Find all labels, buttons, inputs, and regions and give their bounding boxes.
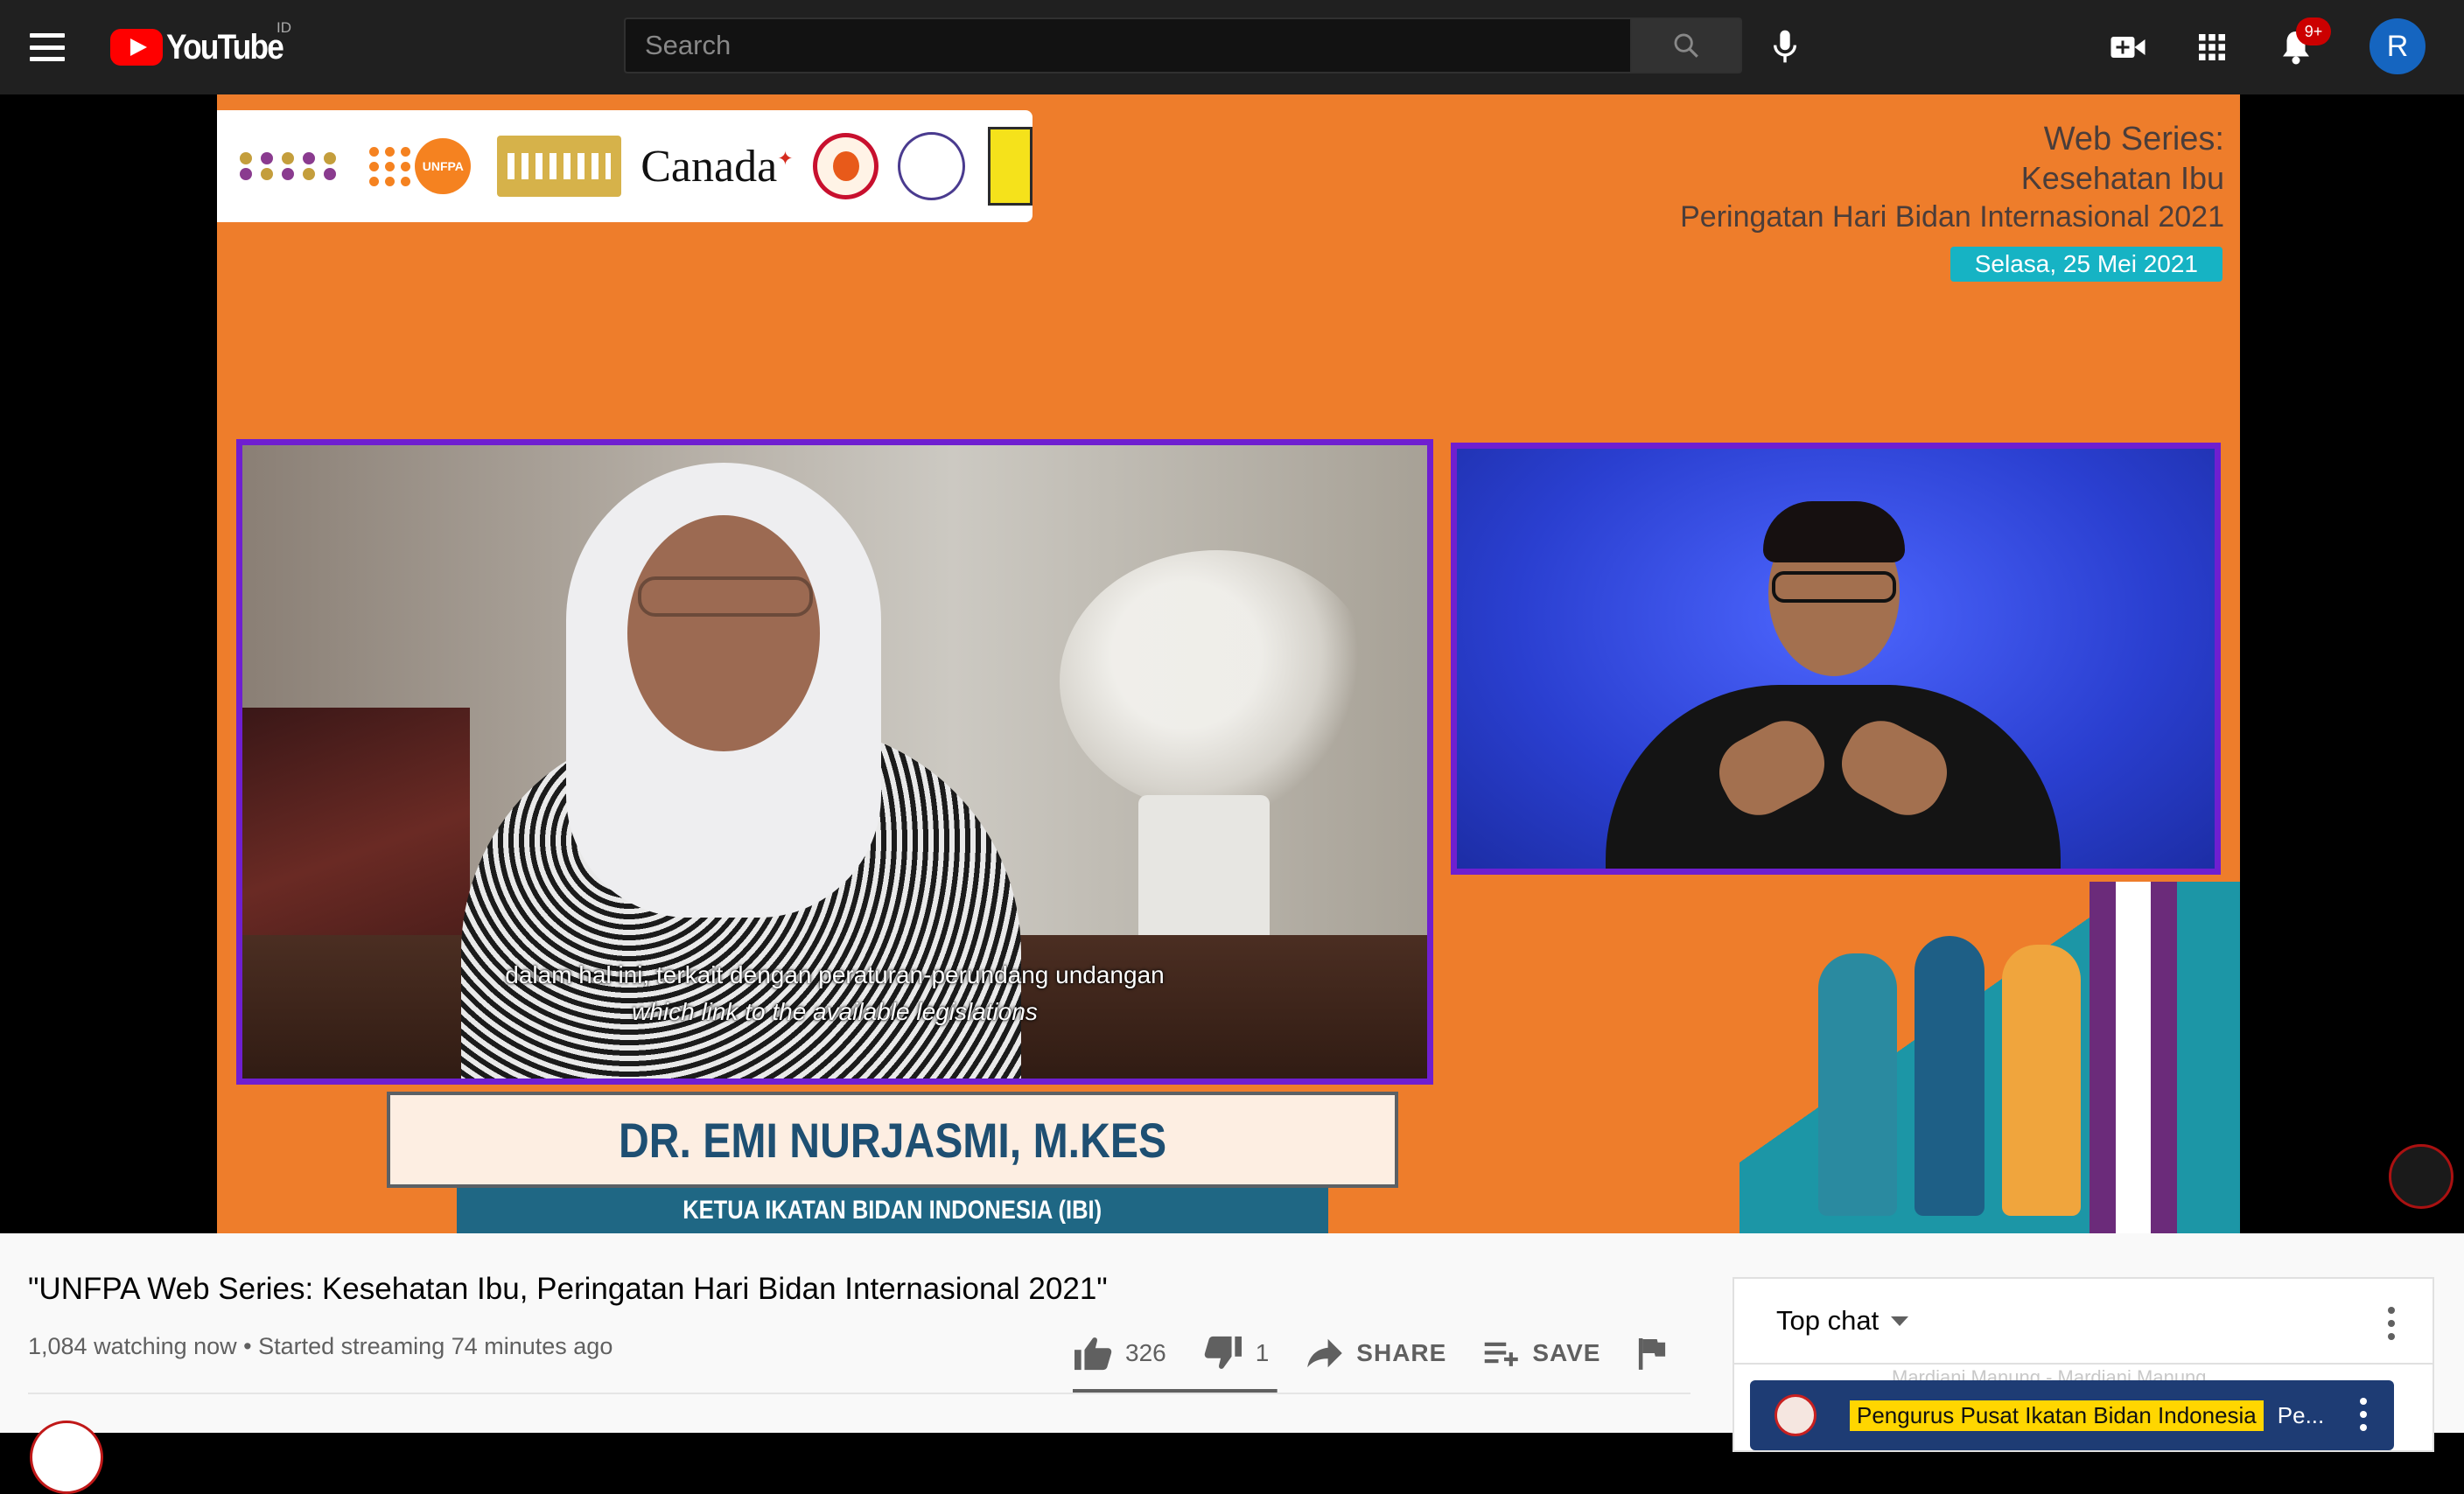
unfpa-wordmark: UNFPA	[415, 138, 472, 194]
web-series-line3: Peringatan Hari Bidan Internasional 2021	[1680, 200, 2224, 234]
masthead: YouTube ID Search 9+ R	[0, 0, 2464, 94]
apps-icon	[2199, 34, 2225, 60]
account-avatar[interactable]: R	[2370, 18, 2426, 74]
video-title: "UNFPA Web Series: Kesehatan Ibu, Pering…	[28, 1272, 1108, 1306]
flag-icon	[1637, 1337, 1667, 1370]
video-info-section: "UNFPA Web Series: Kesehatan Ibu, Pering…	[0, 1233, 2464, 1494]
share-label: SHARE	[1356, 1339, 1447, 1366]
sign-language-interpreter-frame	[1451, 443, 2221, 875]
search-placeholder: Search	[645, 30, 732, 60]
subtitle-english: which link to the available legislations	[632, 998, 1038, 1025]
speaker-video-frame: dalam hal ini, terkait dengan peraturan-…	[236, 439, 1433, 1085]
interpreter-hands	[1702, 711, 1964, 825]
sponsor-logo-bar: UNFPA Canada✦	[217, 110, 1032, 222]
video-player[interactable]: UNFPA Canada✦ Web Series: Kesehatan Ibu …	[0, 94, 2464, 1233]
speaker-role: KETUA IKATAN BIDAN INDONESIA (IBI)	[682, 1196, 1102, 1225]
like-button[interactable]: 326	[1073, 1335, 1166, 1372]
ibi-seal-logo	[812, 133, 878, 199]
university-badge-logo	[987, 127, 1032, 206]
dislike-icon	[1203, 1335, 1243, 1372]
info-divider	[28, 1393, 1690, 1394]
pinned-message[interactable]: Pengurus Pusat Ikatan Bidan Indonesia Pe…	[1750, 1380, 2394, 1450]
kantor-staf-presiden-logo	[497, 136, 622, 197]
report-button[interactable]	[1637, 1337, 1679, 1370]
channel-watermark[interactable]	[2389, 1144, 2454, 1209]
interpreter-glasses	[1772, 571, 1896, 603]
notification-badge: 9+	[2296, 17, 2331, 45]
video-meta: 1,084 watching now • Started streaming 7…	[28, 1333, 613, 1359]
chat-mode-label[interactable]: Top chat	[1776, 1305, 1879, 1337]
menu-icon[interactable]	[28, 30, 66, 65]
voice-search-button[interactable]	[1764, 23, 1806, 70]
video-actions: 326 1 SHARE SAVE	[1073, 1324, 1716, 1382]
canada-wordmark: Canada	[640, 141, 778, 192]
save-label: SAVE	[1532, 1339, 1601, 1366]
web-series-line1: Web Series:	[2043, 121, 2224, 157]
pinned-author-avatar	[1774, 1394, 1816, 1436]
broadcast-date: Selasa, 25 Mei 2021	[1950, 247, 2222, 282]
create-button[interactable]	[2104, 23, 2152, 72]
speaker-name-card: DR. EMI NURJASMI, M.KES	[387, 1092, 1398, 1188]
channel-avatar[interactable]	[30, 1421, 103, 1494]
dislike-count: 1	[1255, 1339, 1270, 1366]
chevron-down-icon[interactable]	[1891, 1316, 1909, 1326]
youtube-logo[interactable]: YouTube	[110, 23, 298, 72]
dislike-button[interactable]: 1	[1203, 1335, 1270, 1372]
speaker-face	[627, 515, 820, 751]
speaker-role-bar: KETUA IKATAN BIDAN INDONESIA (IBI)	[457, 1188, 1328, 1233]
create-video-icon	[2110, 37, 2146, 58]
mic-icon	[1773, 30, 1797, 63]
canada-logo: Canada✦	[640, 141, 794, 192]
vase	[1138, 795, 1270, 944]
web-series-line2: Kesehatan Ibu	[2020, 160, 2224, 196]
like-icon	[1073, 1335, 1113, 1372]
subtitle-indonesian: dalam hal ini, terkait dengan peraturan-…	[505, 961, 1165, 988]
country-code: ID	[276, 19, 291, 36]
chat-header: Top chat	[1734, 1279, 2432, 1365]
orchid-decor	[1060, 550, 1375, 813]
search-button[interactable]	[1630, 17, 1742, 73]
live-chat-panel: Top chat Mardiani Manung - Mardiani Manu…	[1732, 1277, 2434, 1452]
search-icon	[1674, 33, 1698, 58]
save-playlist-icon	[1483, 1339, 1520, 1367]
speaker-name: DR. EMI NURJASMI, M.KES	[618, 1112, 1167, 1168]
search-input[interactable]: Search	[624, 17, 1630, 73]
share-icon	[1306, 1337, 1344, 1369]
speaker-glasses	[638, 576, 813, 617]
medical-association-logo	[897, 132, 965, 200]
web-series-title: Web Series: Kesehatan Ibu Peringatan Har…	[1680, 119, 2224, 236]
knowledge-hub-logo	[240, 140, 341, 192]
midwives-illustration	[1740, 882, 2240, 1233]
youtube-play-icon	[110, 29, 163, 66]
apps-button[interactable]	[2188, 23, 2236, 72]
more-vert-icon[interactable]	[2387, 1307, 2396, 1340]
save-button[interactable]: SAVE	[1483, 1339, 1600, 1367]
logo-text: YouTube	[166, 27, 284, 66]
interpreter-hair	[1763, 501, 1905, 562]
like-count: 326	[1125, 1339, 1166, 1366]
share-button[interactable]: SHARE	[1306, 1337, 1446, 1369]
unfpa-logo: UNFPA	[369, 138, 472, 194]
video-frame[interactable]: UNFPA Canada✦ Web Series: Kesehatan Ibu …	[217, 94, 2240, 1233]
pinned-message-text: Pe...	[2277, 1401, 2325, 1428]
pinned-author: Pengurus Pusat Ikatan Bidan Indonesia	[1850, 1400, 2264, 1431]
pinned-more-icon[interactable]	[2359, 1398, 2368, 1431]
